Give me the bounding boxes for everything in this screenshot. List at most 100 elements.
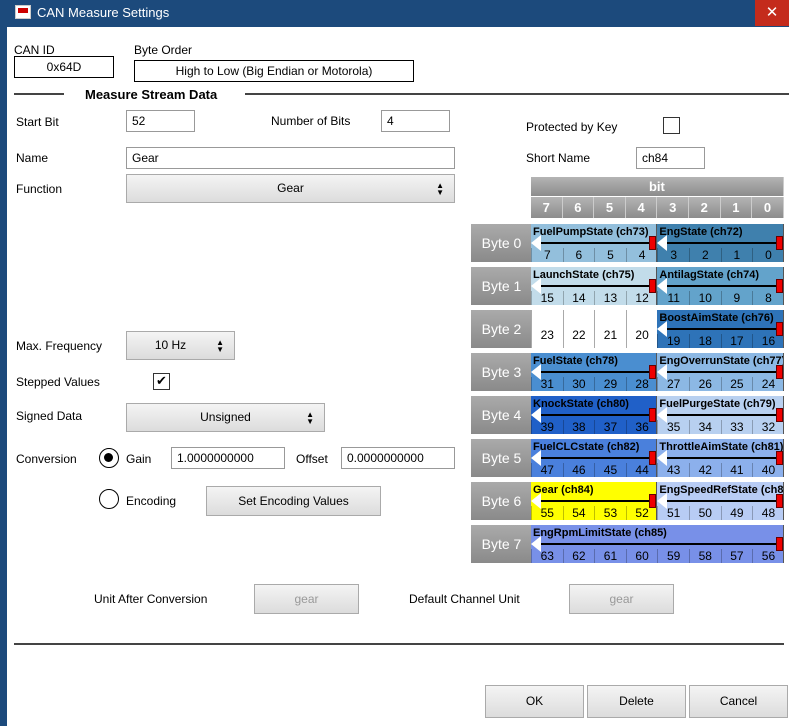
bit-number: 34 [688, 420, 721, 434]
gain-input[interactable]: 1.0000000000 [171, 447, 285, 469]
bit-number: 3 [657, 248, 689, 262]
max-frequency-select[interactable]: 10 Hz ▲ ▼ [126, 331, 235, 360]
encoding-radio[interactable] [99, 489, 119, 509]
bit-number: 18 [688, 334, 721, 348]
offset-input[interactable]: 0.0000000000 [341, 447, 455, 469]
start-bit-input[interactable]: 52 [126, 110, 195, 132]
signed-select[interactable]: Unsigned ▲ ▼ [126, 403, 325, 432]
signed-value: Unsigned [200, 410, 251, 424]
channel-segment[interactable]: EngOverrunState (ch77) 27 26 25 24 [657, 353, 784, 391]
channel-segment[interactable]: FuelState (ch78) 31 30 29 28 [531, 353, 658, 391]
close-button[interactable]: ✕ [755, 0, 789, 26]
default-unit-label: Default Channel Unit [409, 592, 520, 606]
bit-number: 61 [594, 549, 626, 563]
app-icon [15, 5, 31, 19]
gain-radio[interactable] [99, 448, 119, 468]
bit-number: 14 [562, 291, 595, 305]
can-id-field[interactable]: 0x64D [14, 56, 114, 78]
channel-name: EngState (ch72) [659, 226, 743, 238]
dialog-body: CAN ID 0x64D Byte Order High to Low (Big… [7, 27, 789, 726]
bit-range-line [539, 457, 651, 459]
bit-number: 59 [657, 549, 689, 563]
channel-segment[interactable]: FuelCLCstate (ch82) 47 46 45 44 [531, 439, 658, 477]
byte-label: Byte 6 [471, 482, 532, 520]
empty-bit-cell: 20 [625, 310, 658, 348]
bit-number: 36 [625, 420, 657, 434]
bit-number: 17 [720, 334, 753, 348]
channel-segment[interactable]: AntilagState (ch74) 11 10 9 8 [657, 267, 784, 305]
bit-range-line [665, 457, 777, 459]
updown-icon: ▲ ▼ [216, 337, 224, 354]
function-select[interactable]: Gear ▲ ▼ [126, 174, 455, 203]
bit-number: 39 [531, 420, 563, 434]
short-name-input[interactable]: ch84 [636, 147, 705, 169]
bit-number: 13 [594, 291, 626, 305]
function-value: Gear [277, 181, 304, 195]
offset-label: Offset [296, 452, 328, 466]
byte-label: Byte 2 [471, 310, 532, 348]
ok-button[interactable]: OK [485, 685, 584, 718]
bit-range-line [539, 500, 651, 502]
bit-number: 32 [752, 420, 783, 434]
bit-column-header: 3 [657, 197, 689, 218]
window-title: CAN Measure Settings [37, 5, 170, 20]
channel-name: FuelCLCstate (ch82) [533, 441, 640, 453]
channel-segment[interactable]: Gear (ch84) 55 54 53 52 [531, 482, 658, 520]
channel-segment[interactable]: EngRpmLimitState (ch85) 63 62 61 60 59 58 57 56 [531, 525, 784, 563]
bit-number: 10 [688, 291, 721, 305]
bit-number: 63 [531, 549, 563, 563]
bit-number: 5 [594, 248, 626, 262]
bit-range-line [665, 328, 777, 330]
stepped-checkbox[interactable]: ✔ [153, 373, 170, 390]
name-input[interactable]: Gear [126, 147, 455, 169]
channel-segment[interactable]: EngState (ch72) 3 2 1 0 [657, 224, 784, 262]
cancel-button[interactable]: Cancel [689, 685, 788, 718]
empty-bit-cell: 22 [562, 310, 595, 348]
byte-order-field[interactable]: High to Low (Big Endian or Motorola) [134, 60, 414, 82]
channel-name: BoostAimState (ch76) [659, 312, 774, 324]
bit-column-header: 6 [562, 197, 595, 218]
bit-number: 2 [688, 248, 721, 262]
num-bits-input[interactable]: 4 [381, 110, 450, 132]
channel-segment[interactable]: BoostAimState (ch76) 19 18 17 16 [657, 310, 784, 348]
bit-number: 51 [657, 506, 689, 520]
protected-checkbox[interactable] [663, 117, 680, 134]
bit-number: 49 [720, 506, 753, 520]
gain-label: Gain [126, 452, 152, 466]
bit-number: 37 [594, 420, 626, 434]
num-bits-label: Number of Bits [271, 114, 351, 128]
delete-button[interactable]: Delete [587, 685, 686, 718]
signed-label: Signed Data [16, 409, 83, 423]
can-id-label: CAN ID [14, 43, 55, 57]
default-unit-button[interactable]: gear [569, 584, 674, 614]
max-frequency-label: Max. Frequency [16, 339, 103, 353]
divider [245, 93, 789, 95]
channel-name: EngRpmLimitState (ch85) [533, 527, 667, 539]
channel-segment[interactable]: FuelPumpState (ch73) 7 6 5 4 [531, 224, 658, 262]
bit-number: 31 [531, 377, 563, 391]
unit-after-button[interactable]: gear [254, 584, 359, 614]
set-encoding-button[interactable]: Set Encoding Values [206, 486, 381, 516]
bit-range-line [539, 285, 651, 287]
unit-after-label: Unit After Conversion [94, 592, 208, 606]
bit-number: 55 [531, 506, 563, 520]
bit-number: 58 [689, 549, 721, 563]
bit-column-header: 1 [720, 197, 753, 218]
channel-name: EngSpeedRefState (ch83) [659, 484, 784, 496]
channel-segment[interactable]: ThrottleAimState (ch81) 43 42 41 40 [657, 439, 784, 477]
bit-range-line [539, 543, 777, 545]
channel-segment[interactable]: EngSpeedRefState (ch83) 51 50 49 48 [657, 482, 784, 520]
channel-segment[interactable]: FuelPurgeState (ch79) 35 34 33 32 [657, 396, 784, 434]
bit-number: 4 [625, 248, 657, 262]
channel-name: FuelPurgeState (ch79) [659, 398, 776, 410]
bit-column-header: 7 [531, 197, 563, 218]
function-label: Function [16, 182, 63, 196]
updown-icon: ▲ ▼ [306, 409, 314, 426]
bit-header: bit [531, 177, 784, 196]
max-frequency-value: 10 Hz [154, 338, 187, 352]
channel-segment[interactable]: KnockState (ch80) 39 38 37 36 [531, 396, 658, 434]
bit-column-header: 0 [752, 197, 784, 218]
byte-label: Byte 4 [471, 396, 532, 434]
channel-segment[interactable]: LaunchState (ch75) 15 14 13 12 [531, 267, 658, 305]
bit-number: 45 [594, 463, 626, 477]
